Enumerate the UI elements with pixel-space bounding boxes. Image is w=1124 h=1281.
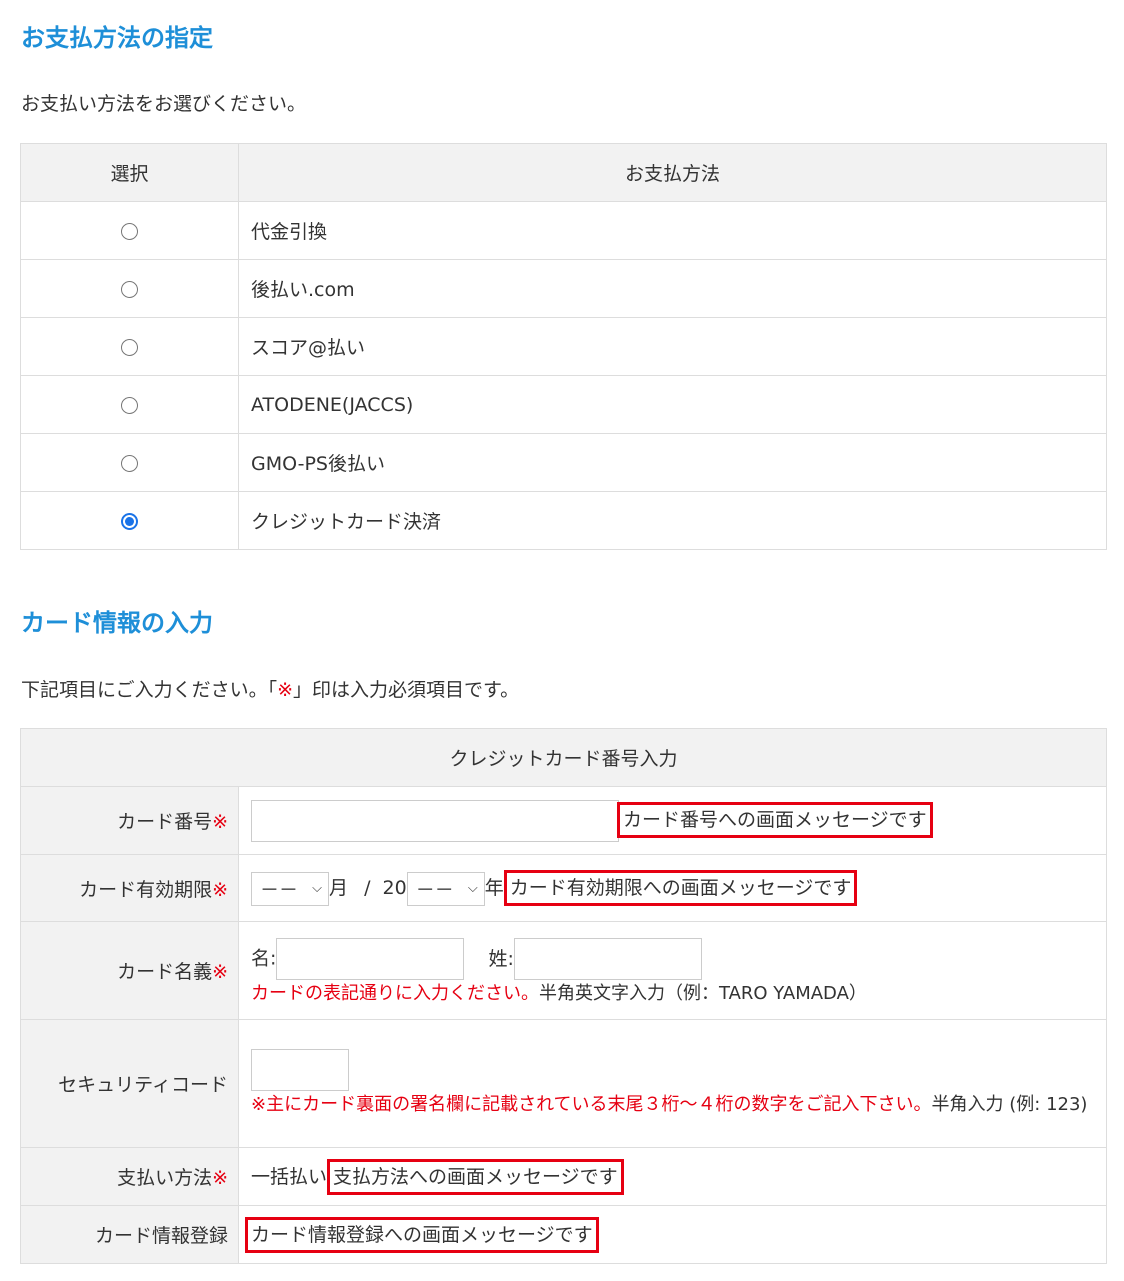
holder-note: カードの表記通りに入力ください。半角英文字入力（例：TARO YAMADA） bbox=[251, 980, 1106, 1007]
col-select-header: 選択 bbox=[20, 143, 239, 202]
row-card-holder: カード名義※ 名: 姓: カードの表記通りに入力ください。半角英文字入力（例：T… bbox=[20, 921, 1107, 1020]
payment-lead: お支払い方法をお選びください。 bbox=[21, 93, 307, 115]
pay-method-value-cell: 一括払い 支払方法への画面メッセージです bbox=[238, 1147, 1107, 1206]
payment-option-label: GMO-PS後払い bbox=[238, 433, 1107, 492]
holder-first-input[interactable] bbox=[276, 938, 465, 980]
payment-option-label: クレジットカード決済 bbox=[238, 491, 1107, 550]
required-mark: ※ bbox=[212, 961, 228, 983]
payment-option-radio[interactable] bbox=[121, 338, 138, 356]
payment-option-label: 代金引換 bbox=[238, 201, 1107, 260]
card-heading: カード情報の入力 bbox=[21, 609, 213, 637]
expiry-year-select[interactable]: －－ ⌵ bbox=[406, 871, 485, 906]
card-input-table: クレジットカード番号入力 カード番号※ カード番号への画面メッセージです カード… bbox=[20, 728, 1107, 1264]
payment-option-label: スコア@払い bbox=[238, 317, 1107, 376]
payment-option-select-cell bbox=[20, 375, 239, 434]
payment-rows: 代金引換 後払い.com スコア@払い ATODENE(JACCS) GMO-PS後払い… bbox=[20, 201, 1107, 550]
required-mark: ※ bbox=[212, 1167, 228, 1189]
card-holder-label-cell: カード名義※ bbox=[20, 921, 239, 1020]
payment-option-radio[interactable] bbox=[121, 222, 138, 240]
pay-method-message: 支払方法への画面メッセージです bbox=[327, 1158, 624, 1195]
security-label-cell: セキュリティコード bbox=[20, 1019, 239, 1148]
card-number-value-cell: カード番号への画面メッセージです bbox=[238, 786, 1107, 855]
chevron-down-icon: ⌵ bbox=[467, 881, 478, 896]
payment-option-row[interactable]: 後払い.com bbox=[20, 259, 1107, 318]
card-expiry-message: カード有効期限への画面メッセージです bbox=[503, 870, 858, 906]
card-number-label: カード番号 bbox=[117, 811, 213, 833]
holder-first-label: 名: bbox=[251, 947, 277, 970]
holder-note-red: カードの表記通りに入力ください。 bbox=[251, 983, 539, 1004]
security-label: セキュリティコード bbox=[58, 1074, 228, 1096]
payment-option-select-cell bbox=[20, 317, 239, 376]
payment-option-row[interactable]: 代金引換 bbox=[20, 201, 1107, 260]
chevron-down-icon: ⌵ bbox=[312, 881, 322, 896]
payment-option-select-cell bbox=[20, 259, 239, 318]
register-value-cell: カード情報登録への画面メッセージです bbox=[238, 1205, 1107, 1264]
payment-option-select-cell bbox=[20, 491, 239, 550]
page: お支払方法の指定 お支払い方法をお選びください。 選択 お支払方法 代金引換 後払… bbox=[0, 0, 1124, 1281]
card-number-input[interactable] bbox=[251, 799, 619, 842]
expiry-month-value: －－ bbox=[260, 879, 299, 901]
payment-option-label: 後払い.com bbox=[238, 259, 1107, 318]
register-label-cell: カード情報登録 bbox=[20, 1205, 239, 1264]
payment-option-select-cell bbox=[20, 201, 239, 260]
row-pay-method: 支払い方法※ 一括払い 支払方法への画面メッセージです bbox=[20, 1147, 1107, 1206]
payment-heading: お支払方法の指定 bbox=[21, 24, 213, 52]
col-method-header: お支払方法 bbox=[238, 143, 1107, 202]
pay-method-label-cell: 支払い方法※ bbox=[20, 1147, 239, 1206]
card-holder-value-cell: 名: 姓: カードの表記通りに入力ください。半角英文字入力（例：TARO YAM… bbox=[238, 921, 1107, 1020]
register-label: カード情報登録 bbox=[94, 1225, 228, 1247]
payment-option-row[interactable]: スコア@払い bbox=[20, 317, 1107, 376]
expiry-year-unit: 年 bbox=[484, 877, 504, 899]
expiry-separator: / bbox=[364, 877, 371, 899]
card-lead: 下記項目にご入力ください。「※」印は入力必須項目です。 bbox=[21, 677, 519, 703]
card-expiry-label-cell: カード有効期限※ bbox=[20, 854, 239, 922]
holder-note-text: 半角英文字入力（例：TARO YAMADA） bbox=[539, 983, 867, 1004]
card-number-message: カード番号への画面メッセージです bbox=[617, 802, 933, 838]
payment-option-row[interactable]: GMO-PS後払い bbox=[20, 433, 1107, 492]
required-mark: ※ bbox=[212, 878, 228, 901]
payment-option-row[interactable]: クレジットカード決済 bbox=[20, 491, 1107, 550]
register-message: カード情報登録への画面メッセージです bbox=[245, 1216, 599, 1253]
payment-option-row[interactable]: ATODENE(JACCS) bbox=[20, 375, 1107, 434]
payment-option-select-cell bbox=[20, 433, 239, 492]
row-card-register: カード情報登録 カード情報登録への画面メッセージです bbox=[20, 1205, 1107, 1264]
card-lead-before: 下記項目にご入力ください。「 bbox=[21, 679, 278, 701]
security-note: ※主にカード裏面の署名欄に記載されている末尾３桁～４桁の数字をご記入下さい。半角… bbox=[251, 1091, 1106, 1118]
payment-table-header: 選択 お支払方法 bbox=[20, 143, 1107, 202]
payment-option-radio[interactable] bbox=[121, 280, 138, 298]
expiry-month-unit: 月 bbox=[329, 877, 349, 899]
card-lead-after: 」印は入力必須項目です。 bbox=[293, 679, 520, 701]
security-code-input[interactable] bbox=[251, 1049, 349, 1091]
row-security-code: セキュリティコード ※主にカード裏面の署名欄に記載されている末尾３桁～４桁の数字… bbox=[20, 1019, 1107, 1148]
holder-last-input[interactable] bbox=[513, 938, 702, 980]
required-mark: ※ bbox=[212, 811, 228, 833]
card-expiry-label: カード有効期限 bbox=[79, 878, 213, 901]
payment-option-radio[interactable] bbox=[121, 512, 138, 530]
security-note-text: 半角入力 (例: 123) bbox=[931, 1094, 1088, 1115]
card-number-label-cell: カード番号※ bbox=[20, 786, 239, 855]
payment-method-table: 選択 お支払方法 代金引換 後払い.com スコア@払い ATODENE(JACCS)… bbox=[20, 143, 1107, 550]
holder-last-label: 姓: bbox=[488, 947, 514, 970]
payment-option-radio[interactable] bbox=[121, 396, 138, 414]
row-card-expiry: カード有効期限※ －－ ⌵ 月 / 20 －－ ⌵ 年カード有効期限への画面メッセージです bbox=[20, 854, 1107, 922]
expiry-year-value: －－ bbox=[415, 879, 454, 901]
expiry-year-prefix: 20 bbox=[382, 877, 407, 899]
pay-method-value: 一括払い bbox=[251, 1165, 328, 1188]
card-table-title: クレジットカード番号入力 bbox=[20, 728, 1107, 787]
payment-option-label: ATODENE(JACCS) bbox=[238, 375, 1107, 434]
card-lead-mark: ※ bbox=[277, 679, 294, 701]
security-value-cell: ※主にカード裏面の署名欄に記載されている末尾３桁～４桁の数字をご記入下さい。半角… bbox=[238, 1019, 1107, 1148]
card-expiry-value-cell: －－ ⌵ 月 / 20 －－ ⌵ 年カード有効期限への画面メッセージです bbox=[238, 854, 1107, 922]
security-note-red: ※主にカード裏面の署名欄に記載されている末尾３桁～４桁の数字をご記入下さい。 bbox=[251, 1094, 932, 1115]
pay-method-label: 支払い方法 bbox=[117, 1167, 213, 1189]
payment-option-radio[interactable] bbox=[121, 454, 138, 472]
row-card-number: カード番号※ カード番号への画面メッセージです bbox=[20, 786, 1107, 855]
card-holder-label: カード名義 bbox=[117, 961, 213, 983]
expiry-month-select[interactable]: －－ ⌵ bbox=[251, 871, 329, 906]
